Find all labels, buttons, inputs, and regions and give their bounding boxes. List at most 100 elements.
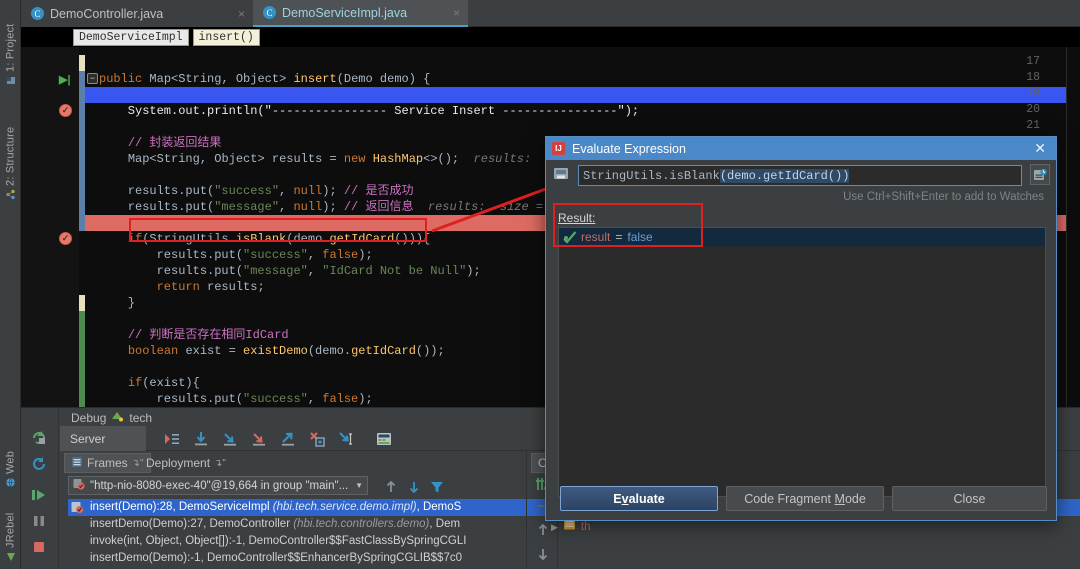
show-execution-point-icon[interactable] xyxy=(163,430,180,447)
sidebar-item-web-label: Web xyxy=(5,451,17,474)
evaluate-expression-dialog[interactable]: IJ Evaluate Expression ✕ StringUtils.isB… xyxy=(545,136,1057,521)
evaluate-expression-icon[interactable] xyxy=(375,430,392,447)
annotation-box-result xyxy=(553,203,703,247)
step-out-icon[interactable] xyxy=(279,430,296,447)
expression-input[interactable]: StringUtils.isBlank(demo.getIdCard()) xyxy=(578,165,1022,186)
structure-icon xyxy=(5,189,16,200)
dialog-title: Evaluate Expression xyxy=(572,142,686,156)
sidebar-item-structure[interactable]: 2: Structure xyxy=(0,100,21,200)
close-button[interactable]: Close xyxy=(892,486,1047,511)
editor-tab-bar: C DemoController.java × C DemoServiceImp… xyxy=(21,0,1080,27)
editor-tab-label: DemoController.java xyxy=(50,7,163,21)
stop-button[interactable] xyxy=(29,537,49,557)
run-method-icon[interactable]: ▶| xyxy=(59,72,73,86)
tab-deployment[interactable]: Deployment ↴" xyxy=(140,453,232,473)
variable-row-2[interactable]: ▶ th xyxy=(551,519,591,536)
thread-selector-value: "http-nio-8080-exec-40"@19,664 in group … xyxy=(90,480,348,492)
sidebar-item-web[interactable]: Web xyxy=(0,438,21,488)
rerun-button[interactable] xyxy=(29,428,49,448)
tab-server[interactable]: Server xyxy=(60,426,146,451)
sidebar-item-structure-label: 2: Structure xyxy=(5,127,17,186)
tab-frames[interactable]: Frames ↴" xyxy=(64,453,151,473)
jrebel-icon xyxy=(5,551,16,562)
filter-icon[interactable] xyxy=(428,478,445,495)
sidebar-item-project[interactable]: 1: Project xyxy=(0,4,21,86)
frame-method: invoke(int, Object, Object[]):-1, DemoCo… xyxy=(90,535,466,547)
frame-method: insertDemo(Demo):27, DemoController xyxy=(90,518,293,530)
coverage-marker-green xyxy=(79,311,85,407)
debug-window-title: Debug tech xyxy=(71,410,152,426)
java-class-icon: C xyxy=(263,6,276,19)
result-tree[interactable]: result = false xyxy=(558,227,1046,497)
tab-frames-label: Frames xyxy=(87,456,128,470)
editor-gutter[interactable] xyxy=(21,47,79,407)
frames-icon xyxy=(71,456,83,471)
close-button-label: Close xyxy=(954,492,986,506)
thread-selector[interactable]: "http-nio-8080-exec-40"@19,664 in group … xyxy=(68,476,368,495)
expression-row: StringUtils.isBlank(demo.getIdCard()) xyxy=(546,160,1056,192)
thread-suspended-icon xyxy=(73,478,85,493)
frame-tail: , DemoS xyxy=(417,501,462,513)
chevron-down-icon[interactable]: ▼ xyxy=(355,481,363,490)
watches-hint: Use Ctrl+Shift+Enter to add to Watches xyxy=(843,191,1044,203)
change-marker-line17 xyxy=(79,55,85,71)
move-watch-down-icon[interactable] xyxy=(534,545,551,562)
ide-window: 1: Project 2: Structure Web JRebel C Dem… xyxy=(0,0,1080,569)
editor-tab-democontroller[interactable]: C DemoController.java × xyxy=(21,0,253,27)
pin-tab-icon[interactable]: ↴" xyxy=(214,458,226,469)
expression-text-prefix: StringUtils.isBlank xyxy=(583,169,720,183)
code-fragment-mode-label: Code Fragment Mode xyxy=(744,492,866,506)
close-icon[interactable]: ✕ xyxy=(1030,140,1050,157)
project-icon xyxy=(5,75,16,86)
chevron-right-icon[interactable]: ▶ xyxy=(551,519,558,536)
debug-action-rail xyxy=(21,408,59,569)
frame-icon xyxy=(71,501,84,514)
restart-server-button[interactable] xyxy=(29,454,49,474)
force-step-into-icon[interactable] xyxy=(250,430,267,447)
variable-name: th xyxy=(581,519,591,536)
sidebar-item-jrebel-label: JRebel xyxy=(5,513,17,548)
editor-scrollbar[interactable] xyxy=(1066,47,1080,407)
up-arrow-icon[interactable] xyxy=(382,478,399,495)
close-icon[interactable]: × xyxy=(453,6,460,20)
close-icon[interactable]: × xyxy=(238,7,245,21)
dialog-title-bar[interactable]: IJ Evaluate Expression ✕ xyxy=(546,137,1056,160)
move-watch-up-icon[interactable] xyxy=(534,521,551,538)
editor-tab-label: DemoServiceImpl.java xyxy=(282,6,407,20)
sidebar-item-jrebel[interactable]: JRebel xyxy=(0,498,21,562)
evaluate-button[interactable]: Evaluate xyxy=(560,486,718,511)
tab-deployment-label: Deployment xyxy=(146,456,210,470)
java-class-icon: C xyxy=(31,7,44,20)
frame-method: insertDemo(Demo):-1, DemoController$$Enh… xyxy=(90,552,462,564)
run-config-name: tech xyxy=(129,411,152,425)
pause-program-button[interactable] xyxy=(29,511,49,531)
dialog-button-row: Evaluate Code Fragment Mode Close xyxy=(546,476,1056,520)
frame-tail: , Dem xyxy=(429,518,460,530)
frame-package: (hbi.tech.controllers.demo) xyxy=(293,518,429,530)
down-arrow-icon[interactable] xyxy=(405,478,422,495)
sidebar-item-project-label: 1: Project xyxy=(5,24,17,72)
change-marker-line32 xyxy=(79,295,85,311)
breakpoint-icon-line28[interactable]: ✓ xyxy=(59,232,73,246)
code-fold-icon[interactable]: − xyxy=(87,73,98,84)
code-fragment-mode-button[interactable]: Code Fragment Mode xyxy=(726,486,884,511)
run-config-icon xyxy=(111,411,124,425)
breakpoint-icon-line20[interactable]: ✓ xyxy=(59,104,73,118)
step-into-icon[interactable] xyxy=(221,430,238,447)
expression-mode-icon[interactable] xyxy=(552,166,572,184)
frame-method: insert(Demo):28, DemoServiceImpl xyxy=(90,501,273,513)
editor-tab-demoserviceimpl[interactable]: C DemoServiceImpl.java × xyxy=(253,0,468,27)
tab-server-label: Server xyxy=(70,432,105,446)
breadcrumb-method[interactable]: insert() xyxy=(193,29,260,46)
run-to-cursor-icon[interactable] xyxy=(337,430,354,447)
debug-label: Debug xyxy=(71,411,106,425)
resume-program-button[interactable] xyxy=(29,485,49,505)
breadcrumb-class[interactable]: DemoServiceImpl xyxy=(73,29,189,46)
intellij-icon: IJ xyxy=(552,142,565,155)
drop-frame-icon[interactable] xyxy=(308,430,325,447)
web-icon xyxy=(5,477,16,488)
history-icon[interactable] xyxy=(1030,164,1050,185)
frame-package: (hbi.tech.service.demo.impl) xyxy=(273,501,417,513)
evaluate-button-label: Evaluate xyxy=(613,492,664,506)
step-over-icon[interactable] xyxy=(192,430,209,447)
